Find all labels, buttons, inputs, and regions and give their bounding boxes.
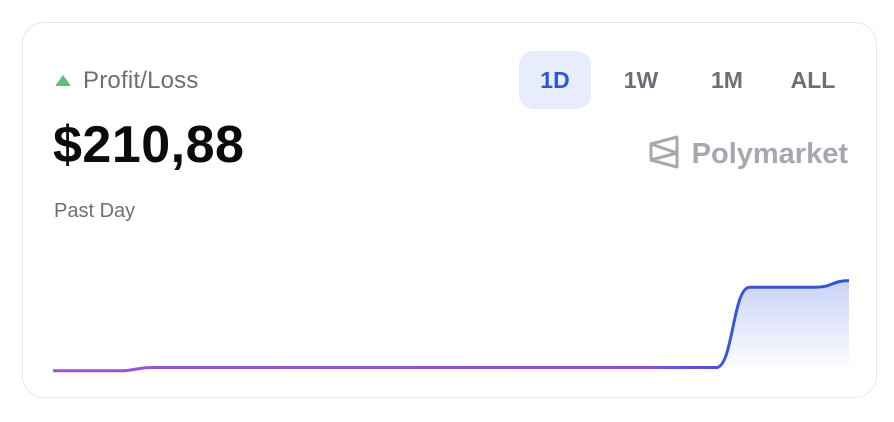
profit-loss-value: $210,88 bbox=[53, 116, 245, 174]
brand-name: Polymarket bbox=[691, 138, 848, 170]
chart-area-fill bbox=[53, 280, 849, 373]
time-range-tabs: 1D 1W 1M ALL bbox=[519, 51, 863, 109]
trend-up-icon bbox=[55, 74, 71, 86]
tab-1d[interactable]: 1D bbox=[519, 51, 591, 109]
profit-loss-chart bbox=[53, 279, 850, 373]
polymarket-logo-icon bbox=[648, 135, 680, 174]
polymarket-brand: Polymarket bbox=[648, 135, 848, 174]
profit-loss-label: Profit/Loss bbox=[83, 67, 199, 94]
tab-1m[interactable]: 1M bbox=[691, 51, 763, 109]
period-label: Past Day bbox=[54, 200, 136, 222]
tab-all[interactable]: ALL bbox=[777, 51, 849, 109]
tab-1w[interactable]: 1W bbox=[605, 51, 677, 109]
profit-loss-header: Profit/Loss bbox=[55, 67, 199, 95]
profit-loss-card: Profit/Loss $210,88 Past Day 1D 1W 1M AL… bbox=[22, 22, 877, 398]
